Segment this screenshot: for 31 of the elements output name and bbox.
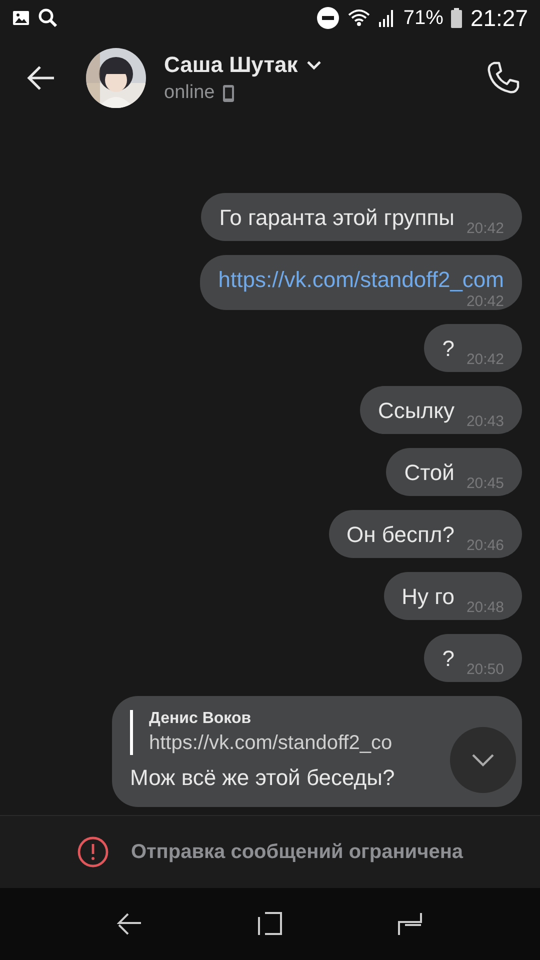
signal-icon (379, 9, 396, 27)
message-text: Он беспл? (346, 522, 454, 548)
chevron-down-icon (471, 753, 495, 767)
phone-icon[interactable] (486, 61, 520, 95)
reply-text: https://vk.com/standoff2_co (149, 732, 392, 755)
phone-device-icon (222, 84, 234, 102)
back-icon[interactable] (26, 65, 56, 91)
message-text: ? (442, 646, 454, 672)
message-text: Ну го (402, 584, 454, 610)
restriction-notice: Отправка сообщений ограничена (130, 840, 464, 864)
clock: 21:27 (470, 4, 528, 32)
message-text: Го гаранта этой группы (219, 205, 454, 231)
search-icon (38, 8, 58, 28)
message-text: Стой (404, 460, 454, 486)
recent-apps-icon[interactable] (397, 911, 423, 937)
message-text: ? (442, 336, 454, 362)
back-icon[interactable] (117, 911, 143, 937)
home-icon[interactable] (257, 911, 283, 937)
message-text: Мож всё же этой беседы? (130, 765, 395, 791)
do-not-disturb-icon (317, 7, 340, 29)
reply-author: Денис Воков (149, 710, 252, 728)
warning-icon (76, 836, 109, 868)
gallery-icon (12, 10, 30, 26)
chevron-down-icon[interactable] (306, 60, 322, 70)
wifi-icon (347, 8, 372, 28)
battery-icon (451, 8, 462, 28)
contact-name[interactable]: Саша Шутак (164, 52, 298, 78)
message-text: Ссылку (378, 398, 454, 424)
battery-percent: 71% (403, 6, 444, 30)
message-link[interactable]: https://vk.com/standoff2_com (218, 267, 504, 293)
online-status: online (164, 82, 215, 104)
